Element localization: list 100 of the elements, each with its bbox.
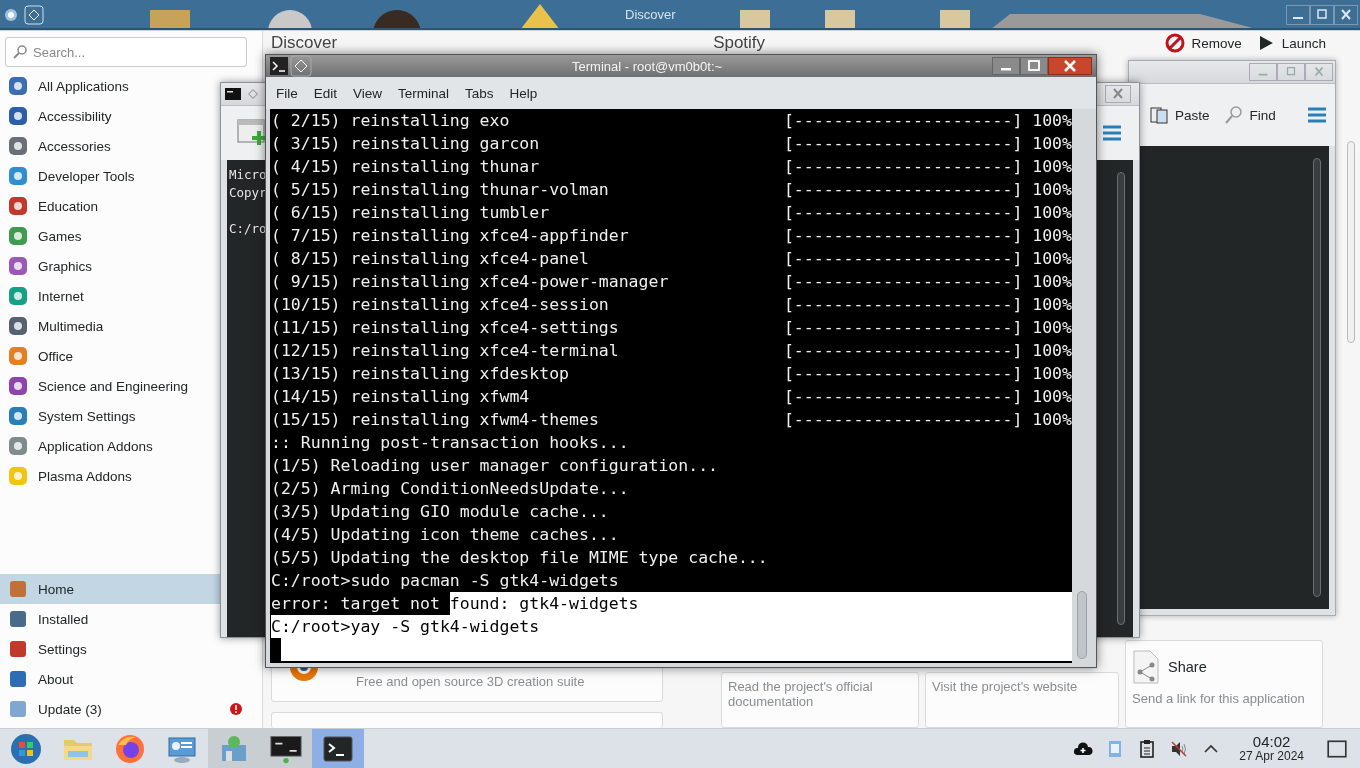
- category-item[interactable]: Office: [0, 341, 77, 371]
- terminal-line: (3/5) Updating GIO module cache...: [271, 501, 609, 523]
- pin-icon[interactable]: [290, 55, 312, 77]
- terminal-line: (15/15) reinstalling xfwm4-themes: [271, 409, 599, 431]
- terminal-line: ( 5/15) reinstalling thunar-volman: [271, 179, 609, 201]
- nav-item[interactable]: Update (3): [0, 694, 262, 724]
- minimize-icon[interactable]: [1286, 5, 1310, 25]
- close-icon[interactable]: [1048, 57, 1092, 75]
- terminal-line: (5/5) Updating the desktop file MIME type cache...: [271, 547, 768, 569]
- maximize-icon[interactable]: [1020, 57, 1048, 75]
- taskbar-item[interactable]: [312, 729, 364, 768]
- link-card[interactable]: Share Send a link for this application: [1125, 640, 1323, 728]
- start-orb-icon: [10, 732, 42, 765]
- category-item[interactable]: Plasma Addons: [0, 461, 136, 491]
- menu-item[interactable]: Terminal: [390, 85, 458, 101]
- nav-item[interactable]: About: [0, 664, 220, 694]
- nav-item[interactable]: Home: [0, 574, 220, 604]
- progress-text: [----------------------] 100%: [783, 363, 1072, 385]
- launch-button[interactable]: Launch: [1255, 33, 1326, 53]
- nav-icon: [8, 639, 28, 659]
- category-item[interactable]: Application Addons: [0, 431, 157, 461]
- menu-item[interactable]: View: [345, 85, 391, 101]
- category-item[interactable]: Science and Engineering: [0, 371, 193, 401]
- terminal-icon: [270, 57, 288, 75]
- progress-text: [----------------------] 100%: [783, 179, 1072, 201]
- category-icon: [8, 376, 28, 396]
- category-icon: [8, 346, 28, 366]
- terminal-line: ( 7/15) reinstalling xfce4-appfinder: [271, 225, 629, 247]
- menu-item[interactable]: Tabs: [457, 85, 502, 101]
- terminal-line: error: target not: [271, 593, 441, 615]
- terminal-line: Micro: [229, 166, 267, 184]
- category-icon: [8, 136, 28, 156]
- menu-icon[interactable]: [1307, 107, 1327, 123]
- taskbar-item[interactable]: [260, 729, 312, 768]
- category-item[interactable]: Multimedia: [0, 311, 108, 341]
- card-description: Visit the project's website: [932, 679, 1079, 694]
- paste-icon: [1149, 105, 1169, 125]
- search-icon: [12, 44, 28, 60]
- category-icon: [8, 196, 28, 216]
- category-item[interactable]: Games: [0, 221, 86, 251]
- scrollbar[interactable]: [1313, 158, 1321, 597]
- progress-text: [----------------------] 100%: [783, 271, 1072, 293]
- nav-item[interactable]: Settings: [0, 634, 220, 664]
- category-item[interactable]: Graphics: [0, 251, 97, 281]
- terminal-icon: [225, 87, 241, 101]
- remove-button[interactable]: Remove: [1165, 33, 1242, 53]
- maximize-icon[interactable]: [1310, 5, 1334, 25]
- progress-text: [----------------------] 100%: [783, 409, 1072, 431]
- terminal-line: ( 6/15) reinstalling tumbler: [271, 202, 550, 224]
- search-field[interactable]: Search...: [5, 37, 247, 67]
- window-title: Terminal - root@vm0b0t:~: [572, 59, 723, 74]
- app-title: Spotify: [713, 33, 766, 53]
- show-desktop-icon[interactable]: [1326, 737, 1348, 760]
- terminal-line: Copyr: [229, 184, 267, 202]
- find-button[interactable]: Find: [1223, 105, 1276, 125]
- terminal-line: (1/5) Reloading user manager configuration...: [271, 455, 719, 477]
- category-item[interactable]: Internet: [0, 281, 88, 311]
- nav-item[interactable]: Installed: [0, 604, 220, 634]
- category-icon: [8, 106, 28, 126]
- terminal-line: ( 2/15) reinstalling exo: [271, 110, 510, 132]
- clock-time[interactable]: 04:02: [1252, 733, 1291, 749]
- menu-item[interactable]: File: [268, 85, 306, 101]
- search-icon: [1223, 105, 1244, 125]
- progress-text: [----------------------] 100%: [783, 133, 1072, 155]
- progress-text: [----------------------] 100%: [783, 386, 1072, 408]
- terminal-line: (14/15) reinstalling xfwm4: [271, 386, 530, 408]
- scrollbar[interactable]: [1117, 172, 1125, 625]
- prohibited-icon: [1165, 33, 1186, 53]
- app-menu-icon[interactable]: [4, 8, 18, 22]
- category-item[interactable]: Accessibility: [0, 101, 116, 131]
- clock-date[interactable]: 27 Apr 2024: [1239, 748, 1304, 764]
- category-icon: [8, 76, 28, 96]
- progress-text: [----------------------] 100%: [783, 225, 1072, 247]
- nav-icon: [8, 609, 28, 629]
- scrollbar[interactable]: [1077, 591, 1087, 659]
- close-icon[interactable]: [1334, 5, 1358, 25]
- terminal-line: (12/15) reinstalling xfce4-terminal: [271, 340, 619, 362]
- menu-item[interactable]: Help: [501, 85, 546, 101]
- nav-icon: [8, 699, 28, 719]
- progress-text: [----------------------] 100%: [783, 294, 1072, 316]
- scrollbar[interactable]: [1347, 141, 1355, 343]
- terminal-line: ( 9/15) reinstalling xfce4-power-manager: [271, 271, 669, 293]
- terminal-line: :: Running post-transaction hooks...: [271, 432, 629, 454]
- category-item[interactable]: Accessories: [0, 131, 115, 161]
- paste-button[interactable]: Paste: [1149, 105, 1210, 125]
- window-title: Discover: [625, 7, 676, 22]
- category-item[interactable]: System Settings: [0, 401, 140, 431]
- category-item[interactable]: Developer Tools: [0, 161, 139, 191]
- category-item[interactable]: All Applications: [0, 71, 133, 101]
- menu-icon[interactable]: [1101, 125, 1123, 141]
- card-description: Send a link for this application: [1132, 691, 1306, 706]
- nav-icon: [8, 579, 28, 599]
- category-icon: [8, 226, 28, 246]
- category-item[interactable]: Education: [0, 191, 103, 221]
- menu-item[interactable]: Edit: [305, 85, 346, 101]
- category-icon: [8, 166, 28, 186]
- minimize-icon[interactable]: [992, 57, 1020, 75]
- category-icon: [8, 406, 28, 426]
- terminal-line: (4/5) Updating icon theme caches...: [271, 524, 619, 546]
- terminal-line: ( 8/15) reinstalling xfce4-panel: [271, 248, 589, 270]
